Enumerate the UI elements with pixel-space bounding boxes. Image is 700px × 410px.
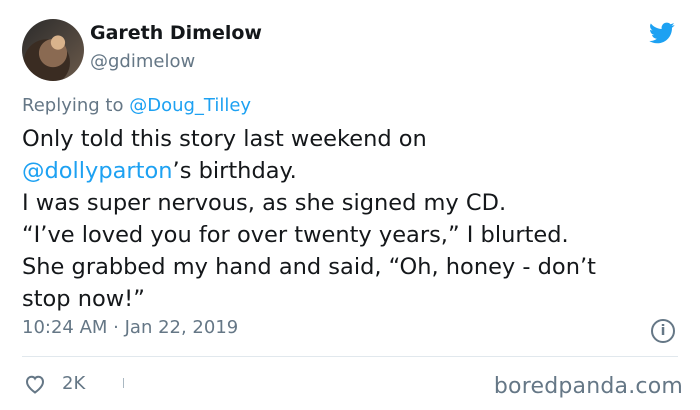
author-handle[interactable]: @gdimelow [90, 51, 195, 72]
tweet-line: Only told this story last weekend on [22, 126, 427, 152]
tweet-line-text: ’s birthday. [172, 158, 297, 184]
replying-to-mention[interactable]: @Doug_Tilley [129, 95, 251, 116]
tweet-timestamp[interactable]: 10:24 AM · Jan 22, 2019 [22, 317, 238, 338]
tweet-body: Only told this story last weekend on @do… [22, 123, 682, 315]
avatar[interactable] [22, 19, 84, 81]
mention-link[interactable]: @dollyparton [22, 158, 173, 184]
watermark: boredpanda.com [493, 374, 683, 399]
tweet-line: stop now!” [22, 286, 145, 312]
tweet-line: I was super nervous, as she signed my CD… [22, 190, 507, 216]
action-separator [123, 378, 124, 388]
heart-icon[interactable] [22, 372, 48, 396]
tweet-line: @dollyparton’s birthday. [22, 155, 682, 187]
twitter-bird-icon[interactable] [647, 20, 677, 46]
like-count: 2K [62, 373, 86, 394]
divider [22, 356, 678, 357]
replying-to-prefix: Replying to [22, 95, 130, 116]
author-name[interactable]: Gareth Dimelow [90, 22, 262, 44]
tweet-line: She grabbed my hand and said, “Oh, honey… [22, 254, 596, 280]
tweet-line: “I’ve loved you for over twenty years,” … [22, 222, 569, 248]
replying-to: Replying to @Doug_Tilley [22, 95, 251, 116]
info-icon[interactable]: i [651, 319, 675, 343]
